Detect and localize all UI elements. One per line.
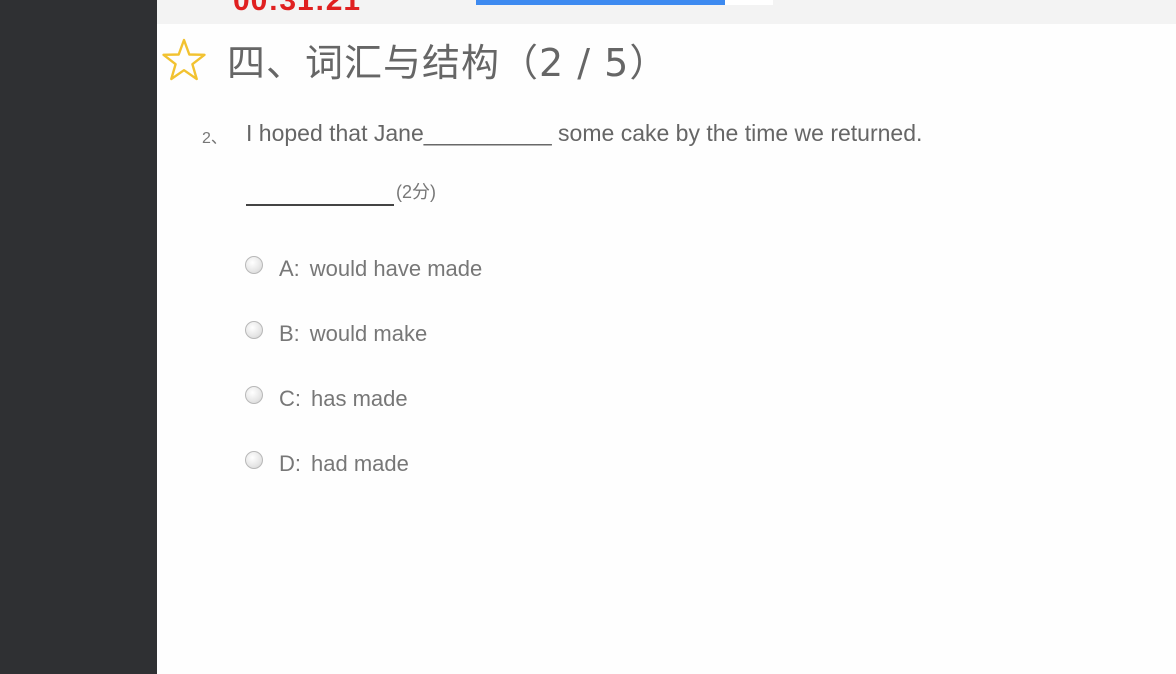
star-outline-icon[interactable] bbox=[161, 37, 207, 83]
radio-button[interactable] bbox=[245, 320, 263, 339]
question-score: (2分) bbox=[396, 182, 436, 202]
option-text: would make bbox=[309, 320, 428, 346]
radio-button[interactable] bbox=[245, 385, 263, 404]
section-header: 四、词汇与结构（2 / 5） bbox=[161, 32, 668, 87]
option-a[interactable]: A: would have made bbox=[245, 236, 482, 301]
question-number: 2、 bbox=[202, 130, 227, 147]
question-answer-line: (2分) bbox=[246, 174, 436, 206]
option-text: had made bbox=[311, 450, 409, 476]
countdown-timer: 00:31:21 bbox=[233, 0, 362, 17]
option-letter: A: bbox=[279, 255, 300, 281]
option-letter: D: bbox=[279, 450, 301, 476]
option-text: would have made bbox=[309, 255, 483, 281]
option-text: has made bbox=[311, 385, 408, 411]
answer-blank bbox=[246, 174, 394, 206]
question-text: I hoped that Jane__________ some cake by… bbox=[246, 120, 923, 146]
radio-button[interactable] bbox=[245, 450, 263, 469]
option-c[interactable]: C: has made bbox=[245, 366, 482, 431]
left-sidebar bbox=[0, 0, 157, 674]
option-b[interactable]: B: would make bbox=[245, 301, 482, 366]
option-d[interactable]: D: had made bbox=[245, 431, 482, 496]
option-letter: C: bbox=[279, 385, 301, 411]
option-letter: B: bbox=[279, 320, 300, 346]
progress-bar bbox=[476, 0, 773, 5]
progress-bar-fill bbox=[476, 0, 726, 5]
question-panel: 四、词汇与结构（2 / 5） 2、 I hoped that Jane_____… bbox=[157, 24, 1176, 674]
top-status-bar: 00:31:21 bbox=[157, 0, 1176, 24]
section-title: 四、词汇与结构（2 / 5） bbox=[227, 41, 669, 85]
options-list: A: would have made B: would make C: has … bbox=[245, 236, 482, 496]
radio-button[interactable] bbox=[245, 255, 263, 274]
